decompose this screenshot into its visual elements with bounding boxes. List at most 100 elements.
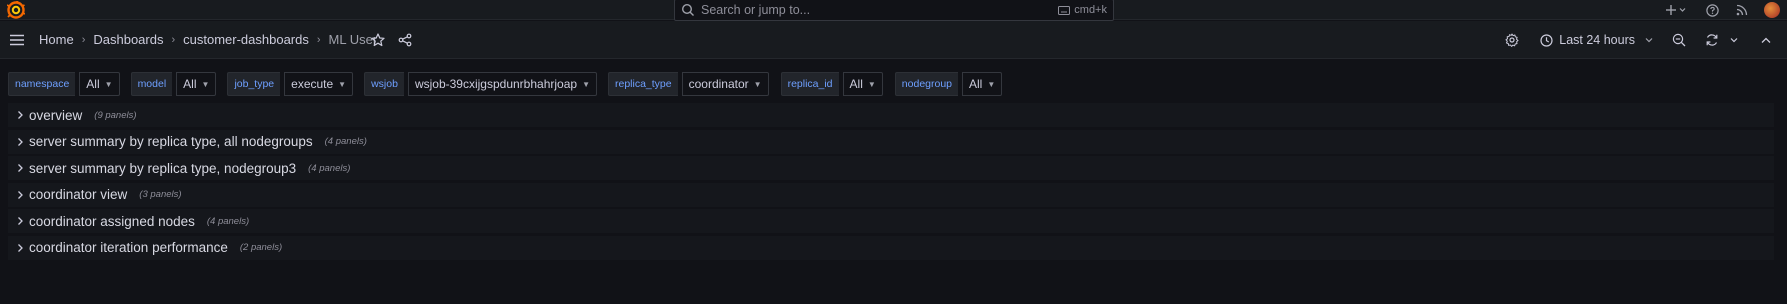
dashboard-settings-button[interactable]: [1498, 28, 1526, 52]
variable-wsjob: wsjob wsjob-39cxijgspdunrbhahrjoap ▼: [364, 72, 597, 96]
variable-nodegroup-select[interactable]: All ▼: [962, 72, 1003, 96]
row-panel-count: (9 panels): [94, 109, 137, 121]
variable-label: nodegroup: [894, 72, 959, 96]
row-panel-count: (4 panels): [206, 215, 250, 227]
variable-namespace-select[interactable]: All ▼: [79, 72, 120, 96]
variable-nodegroup: nodegroup All ▼: [894, 72, 1003, 96]
dashboard-row-coordinator-view[interactable]: coordinator view (3 panels): [8, 182, 1774, 207]
variable-wsjob-select[interactable]: wsjob-39cxijgspdunrbhahrjoap ▼: [407, 72, 597, 96]
variable-namespace: namespace All ▼: [8, 72, 120, 96]
top-bar: Search or jump to... cmd+k: [0, 0, 1787, 21]
variable-label: namespace: [8, 72, 76, 96]
variable-model-select[interactable]: All ▼: [176, 72, 217, 96]
help-icon: [1705, 3, 1719, 17]
breadcrumb-home[interactable]: Home: [39, 32, 74, 47]
dashboard-rows: overview (9 panels) server summary by re…: [8, 103, 1774, 262]
dashboard-row-overview[interactable]: overview (9 panels): [8, 103, 1774, 127]
dashboard-row-coordinator-assigned-nodes[interactable]: coordinator assigned nodes (4 panels): [8, 209, 1774, 233]
help-button[interactable]: [1697, 0, 1727, 20]
star-icon: [371, 33, 385, 47]
rss-icon: [1736, 4, 1748, 16]
hamburger-menu-icon: [10, 34, 24, 46]
breadcrumb-dashboards[interactable]: Dashboards: [93, 32, 163, 47]
variables-bar: namespace All ▼ model All ▼ job_type exe…: [8, 72, 1003, 96]
row-title: overview: [29, 107, 83, 123]
variable-replica-type-select[interactable]: coordinator ▼: [681, 72, 769, 96]
row-title: coordinator assigned nodes: [29, 213, 195, 229]
clock-icon: [1540, 33, 1553, 47]
chevron-right-icon: [18, 137, 23, 146]
avatar: [1764, 2, 1780, 18]
favorite-button[interactable]: [371, 33, 385, 47]
row-title: server summary by replica type, nodegrou…: [29, 160, 297, 176]
chevron-right-icon: [18, 190, 23, 199]
collapse-header-button[interactable]: [1753, 28, 1779, 52]
variable-label: model: [130, 72, 173, 96]
dashboard-row-server-summary-all[interactable]: server summary by replica type, all node…: [8, 129, 1774, 154]
row-panel-count: (2 panels): [239, 242, 283, 253]
chevron-down-icon: ▼: [753, 79, 762, 89]
zoom-out-button[interactable]: [1665, 28, 1693, 52]
chevron-down-icon: ▼: [201, 79, 210, 89]
chevron-right-icon: [18, 243, 23, 252]
nav-bar: Home › Dashboards › customer-dashboards …: [0, 21, 1787, 59]
chevron-down-icon: ▼: [582, 79, 590, 89]
search-placeholder: Search or jump to...: [701, 3, 811, 17]
variable-value: All: [969, 77, 983, 91]
breadcrumb: Home › Dashboards › customer-dashboards …: [39, 32, 377, 47]
variable-label: wsjob: [364, 72, 404, 96]
breadcrumb-current-dashboard: ML User: [328, 32, 378, 47]
chevron-right-icon: [18, 111, 23, 119]
plus-icon: [1666, 5, 1686, 15]
row-panel-count: (3 panels): [139, 189, 182, 200]
row-panel-count: (4 panels): [308, 162, 351, 174]
dashboard-row-coordinator-iteration-performance[interactable]: coordinator iteration performance (2 pan…: [8, 235, 1774, 260]
chevron-right-icon: ›: [171, 33, 176, 46]
refresh-interval-button[interactable]: [1725, 28, 1743, 52]
user-profile-button[interactable]: [1757, 0, 1787, 20]
search-input[interactable]: Search or jump to... cmd+k: [674, 0, 1114, 21]
row-title: coordinator view: [29, 187, 128, 202]
variable-value: All: [183, 77, 197, 91]
chevron-down-icon: ▼: [867, 79, 876, 89]
breadcrumb-folder[interactable]: customer-dashboards: [183, 32, 309, 47]
variable-label: replica_id: [780, 72, 839, 96]
variable-model: model All ▼: [130, 72, 217, 96]
chevron-down-icon: [1730, 38, 1738, 43]
row-title: server summary by replica type, all node…: [29, 134, 313, 149]
keyboard-icon: [1058, 5, 1071, 15]
refresh-button[interactable]: [1699, 28, 1725, 52]
share-button[interactable]: [398, 33, 412, 47]
menu-toggle-button[interactable]: [9, 32, 25, 48]
grafana-logo-icon[interactable]: [6, 0, 26, 19]
chevron-up-icon: [1761, 37, 1771, 43]
variable-label: replica_type: [607, 72, 678, 96]
variable-value: All: [86, 77, 100, 91]
variable-job-type: job_type execute ▼: [227, 72, 354, 96]
search-shortcut: cmd+k: [1058, 4, 1107, 16]
time-range-label: Last 24 hours: [1559, 33, 1635, 47]
refresh-icon: [1706, 34, 1718, 46]
zoom-out-icon: [1672, 33, 1686, 47]
chevron-right-icon: [18, 164, 23, 172]
news-button[interactable]: [1727, 0, 1757, 20]
dashboard-row-server-summary-nodegroup3[interactable]: server summary by replica type, nodegrou…: [8, 156, 1774, 180]
share-icon: [398, 33, 412, 47]
variable-value: wsjob-39cxijgspdunrbhahrjoap: [414, 77, 578, 91]
time-range-picker[interactable]: Last 24 hours: [1536, 28, 1657, 52]
variable-value: execute: [291, 77, 334, 91]
search-shortcut-label: cmd+k: [1074, 4, 1107, 16]
gear-icon: [1505, 33, 1519, 47]
search-icon: [681, 3, 694, 16]
variable-value: All: [849, 77, 863, 91]
variable-job-type-select[interactable]: execute ▼: [284, 72, 354, 96]
variable-label: job_type: [227, 72, 281, 96]
chevron-right-icon: ›: [316, 33, 321, 46]
variable-value: coordinator: [688, 77, 749, 91]
variable-replica-id-select[interactable]: All ▼: [842, 72, 883, 96]
row-panel-count: (4 panels): [324, 136, 367, 147]
new-menu-button[interactable]: [1661, 0, 1691, 20]
chevron-down-icon: [1645, 38, 1653, 43]
chevron-right-icon: [18, 217, 23, 225]
chevron-down-icon: ▼: [104, 79, 113, 89]
